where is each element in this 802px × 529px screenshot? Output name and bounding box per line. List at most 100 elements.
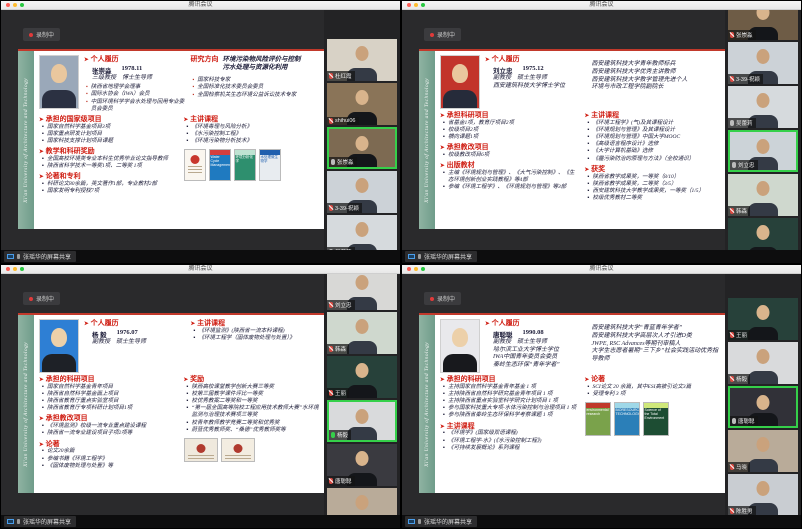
person-birthdate: 1990.08 [523,329,544,339]
presentation-slide: Xi'an University of Architecture and Tec… [419,313,725,493]
share-chip[interactable]: 张瑶华的屏幕共享 [405,251,477,262]
left-section-title: 承担的科研项目 [46,375,95,384]
participant-name-label: 杨毅 [728,374,750,384]
slide-left-column: ➤承担的科研项目▪国家自然科学基金青年项目▪陕西省自然科学基金面上项目▪陕西省教… [39,375,177,490]
item-text: 主持国家自然科学基金青年基金 1 项 [448,384,536,391]
window-content: 录制中Xi'an University of Architecture and … [1,10,400,250]
photo-head [51,64,67,83]
participant-tile[interactable]: shihui06 [327,83,397,125]
participant-tile[interactable]: 陈胜男 [728,474,798,515]
participant-shoulders [748,459,778,472]
share-chip[interactable]: 张瑶华的屏幕共享 [405,516,477,527]
participant-head [356,46,369,61]
participant-name-label: 唐聪聪 [327,476,355,486]
participant-shoulders [748,371,778,384]
bullet-text: 中国环境科学学会水处理与回用专业委员会委员 [91,99,186,113]
shared-screen-area: 录制中Xi'an University of Architecture and … [1,10,324,250]
share-chip[interactable]: 张瑶华的屏幕共享 [4,516,76,527]
item-text: 《环境工程学》(气)及其课程设计 [592,120,673,127]
right-section-heading: ➤主讲课程 [585,111,723,120]
left-section: ➤承担教改项目▪《环境监测》校级一流专业重点建设课程▪陕西省一流专业建设项目子项… [39,414,177,438]
right-section-title: 奖励 [190,375,204,384]
slide-top-row: ➤个人履历唐聪聪1990.08副教授 硕士生导师哈尔滨工业大学博士学位IWA中国… [440,319,722,373]
university-vertical-text: Xi'an University of Architecture and Tec… [23,78,29,203]
list-item: ▪陕西省教学成果奖，二等奖（3/5） [588,181,723,188]
participant-name: 3-39-祝颖 [335,204,359,212]
participant-tile[interactable]: 吴蕾莉 [327,215,397,250]
left-section-items: ▪国家自然科学基金项目3项▪国家重点研发计划项目▪国家科技支撑计划项目课题 [42,124,177,145]
participant-name: 张崇淼 [736,31,753,39]
participant-tile[interactable]: 张崇淼 [728,10,798,40]
participant-tile[interactable]: 王丽 [327,356,397,398]
mic-icon [331,432,335,438]
mic-muted-icon [329,390,333,396]
participant-tile[interactable]: 唐聪聪 [327,444,397,486]
left-section-heading: ➤出版教材 [440,161,578,170]
list-item: ▪《环境监测》(陕西省一流本科课程) [194,328,322,335]
participant-tile[interactable]: 唐聪聪 [728,386,798,428]
screen-share-icon [7,519,14,524]
participant-tile[interactable]: 马晓 [728,430,798,472]
participant-tile[interactable] [327,488,397,515]
participant-tile[interactable]: 张崇淼 [327,127,397,169]
bullet-icon: ▪ [42,124,44,131]
slide-body: ➤个人履历杨 毅1976.07副教授 硕士生导师➤主讲课程▪《环境监测》(陕西省… [34,315,324,493]
book-cover: 水处理微生物学 [259,149,281,181]
certificate-line [188,455,214,456]
participant-tile[interactable]: 3-39-祝颖 [327,171,397,213]
participant-tile[interactable]: 王丽 [728,218,798,250]
certificate-line [225,455,251,456]
participant-tile[interactable]: 吴蕾莉 [728,86,798,128]
participant-shoulders [347,385,377,398]
person-name: 刘立忠 [493,65,513,75]
item-text: 《环境污染物分析技术》 [191,138,252,145]
list-item: ▪校级教改项目6项 [443,152,578,159]
screen-share-icon [7,254,14,259]
participant-tile[interactable]: 杨毅 [327,400,397,442]
profile-block: ➤个人履历唐聪聪1990.08副教授 硕士生导师哈尔滨工业大学博士学位IWA中国… [485,319,587,373]
left-section-heading: ➤承担教改项目 [39,414,177,423]
item-text: 《大学计算机基础》选修 [592,148,653,155]
item-text: 《环境工程学（固体废物处理与处置）》 [198,335,294,342]
bullet-icon: ▪ [187,420,189,427]
honor-line: 环境与市政工程学院副院长 [592,84,723,92]
participant-name-label: 吴蕾莉 [728,118,756,128]
participant-tile[interactable]: 杜红霞 [327,39,397,81]
participant-tile[interactable]: 杨毅 [728,342,798,384]
participant-head [356,222,369,237]
bullet-icon: ▪ [588,156,590,163]
list-item: ▪陕西省科学技术一等奖1项、二等奖 1项 [42,163,177,170]
share-chip[interactable]: 张瑶华的屏幕共享 [4,251,76,262]
participant-tile[interactable]: 韩森 [728,174,798,216]
recording-label: 录制中 [36,294,54,303]
participant-name: 陈胜男 [736,507,753,515]
certificate-line [225,458,251,459]
participant-tile[interactable]: 韩森 [327,312,397,354]
list-item: ▪蔚蓝优秀教师奖、“桑德”优秀教师奖等 [187,427,322,434]
participant-tile[interactable]: 王丽 [728,298,798,340]
participant-tile[interactable]: 刘立忠 [327,274,397,310]
bullet-icon: ▪ [193,77,195,85]
slide-body-row: ➤承担的科研项目▪国家自然科学基金青年项目▪陕西省自然科学基金面上项目▪陕西省教… [39,375,321,490]
participant-tile[interactable]: 刘立忠 [728,130,798,172]
certificate-line [188,458,214,459]
item-text: 参与陕西省秦岭生态环保科学考察课题 1 项 [448,412,553,419]
participant-name: 王丽 [736,331,747,339]
university-vertical-band: Xi'an University of Architecture and Tec… [18,315,34,493]
profile-heading: ➤个人履历 [485,319,587,328]
section-arrow-icon: ➤ [440,145,445,152]
participant-name: 唐聪聪 [738,417,755,425]
mic-icon [17,519,20,524]
window-content: 录制中Xi'an University of Architecture and … [402,10,801,250]
left-section-items: ▪省基金1项，教育厅项目2项▪校级项目2项▪横向课题1项 [443,120,578,141]
participant-tile[interactable]: 3-39-祝颖 [728,42,798,84]
profile-bullet-item: ▪国际水协会（IWA）会员 [86,91,186,99]
bullet-icon: ▪ [86,99,88,113]
share-label: 张瑶华的屏幕共享 [424,252,472,261]
mic-icon [418,254,421,259]
right-top-section-title: 主讲课程 [197,319,225,328]
bullet-icon: ▪ [42,463,44,470]
left-section: ➤承担教改项目▪校级教改项目6项 [440,143,578,160]
item-text: 《环境学》(国家级双语课程) [448,430,518,437]
window-title: 腾讯会议 [1,265,400,274]
